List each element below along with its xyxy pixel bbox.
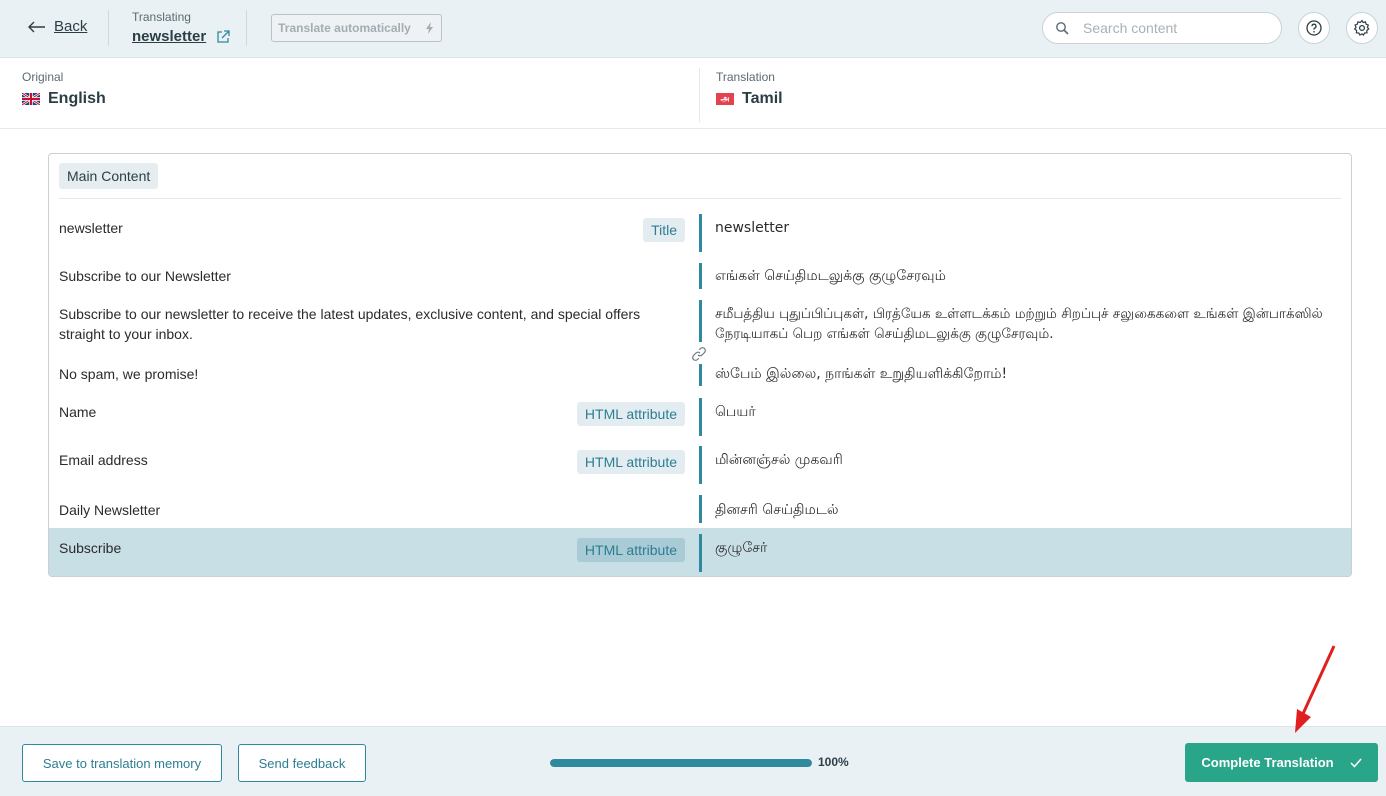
translation-row[interactable]: Email address HTML attribute மின்னஞ்சல் … [49,440,1351,490]
source-text: Email address [59,452,148,468]
original-language: Original English [22,70,106,108]
help-button[interactable] [1298,12,1330,44]
row-indicator [699,446,702,484]
gear-icon [1353,19,1370,37]
target-text[interactable]: தினசரி செய்திமடல் [715,500,1335,520]
translating-page-name[interactable]: newsletter [132,28,206,45]
translate-automatically-button[interactable]: Translate automatically [271,14,442,42]
original-language-name: English [48,90,106,107]
translating-page-link[interactable]: newsletter [132,28,230,45]
translation-row-selected[interactable]: Subscribe HTML attribute குழுசேர் [49,528,1351,576]
translation-row[interactable]: Daily Newsletter தினசரி செய்திமடல் [49,490,1351,528]
top-bar: Back Translating newsletter Translate au… [0,0,1386,58]
footer-bar: Save to translation memory Send feedback… [0,726,1386,796]
row-indicator [699,398,702,436]
source-text: newsletter [59,220,123,236]
row-indicator [699,364,702,386]
translation-row[interactable]: Name HTML attribute பெயர் [49,392,1351,440]
target-text[interactable]: ஸ்பேம் இல்லை, நாங்கள் உறுதியளிக்கிறோம்! [715,364,1335,384]
back-button[interactable]: Back [28,18,87,35]
tamil-flag-icon: அ [716,93,734,105]
target-text[interactable]: சமீபத்திய புதுப்பிப்புகள், பிரத்யேக உள்ள… [715,304,1335,344]
translate-automatically-label: Translate automatically [278,21,411,35]
search-box[interactable] [1042,12,1282,44]
search-icon [1056,22,1069,35]
original-label: Original [22,70,64,84]
divider [699,68,700,122]
translating-label: Translating [132,10,191,24]
progress-fill [550,759,812,767]
complete-translation-label: Complete Translation [1201,755,1334,770]
complete-translation-button[interactable]: Complete Translation [1185,743,1378,782]
translation-row[interactable]: No spam, we promise! ஸ்பேம் இல்லை, நாங்க… [49,354,1351,392]
translation-progress-bar [550,759,812,767]
language-header: Original English Translation அ Tamil [0,58,1386,129]
divider [108,10,109,46]
field-type-badge: HTML attribute [576,402,685,426]
check-icon [1350,758,1362,768]
save-to-translation-memory-button[interactable]: Save to translation memory [22,744,222,782]
translation-card: Main Content newsletter Title newsletter… [48,153,1352,577]
source-text: Daily Newsletter [59,502,161,518]
source-text: Subscribe to our newsletter to receive t… [59,306,641,342]
source-text: Name [59,404,97,420]
field-type-badge: Title [643,218,685,242]
external-link-icon[interactable] [216,29,230,44]
row-indicator [699,495,702,523]
field-type-badge: HTML attribute [576,538,685,562]
uk-flag-icon [22,93,40,105]
question-circle-icon [1306,20,1322,36]
target-text[interactable]: எங்கள் செய்திமடலுக்கு குழுசேரவும் [715,266,1335,286]
translating-info: Translating newsletter [132,10,230,45]
target-text[interactable]: குழுசேர் [715,538,1335,558]
row-indicator [699,214,702,252]
translation-label: Translation [716,70,775,84]
back-label: Back [54,18,88,35]
settings-button[interactable] [1346,12,1378,44]
search-input[interactable] [1083,20,1263,36]
arrow-left-icon [28,21,45,32]
annotation-arrow-icon [1295,645,1336,733]
field-type-badge: HTML attribute [576,450,685,474]
section-label: Main Content [59,163,159,189]
translation-language-name: Tamil [742,90,783,107]
target-text[interactable]: newsletter [715,218,1335,238]
row-indicator [699,300,702,342]
progress-label: 100% [818,755,849,769]
translation-row[interactable]: Subscribe to our Newsletter எங்கள் செய்த… [49,256,1351,296]
source-text: No spam, we promise! [59,366,199,382]
source-text: Subscribe [59,540,122,556]
translation-row[interactable]: newsletter Title newsletter [49,210,1351,256]
divider [246,10,247,46]
translation-language: Translation அ Tamil [716,70,783,108]
target-text[interactable]: மின்னஞ்சல் முகவரி [715,450,1335,470]
row-indicator [699,534,702,572]
send-feedback-button[interactable]: Send feedback [238,744,366,782]
source-text: Subscribe to our Newsletter [59,268,231,284]
divider [59,198,1341,199]
row-indicator [699,263,702,289]
lightning-icon [425,22,433,34]
target-text[interactable]: பெயர் [715,402,1335,422]
